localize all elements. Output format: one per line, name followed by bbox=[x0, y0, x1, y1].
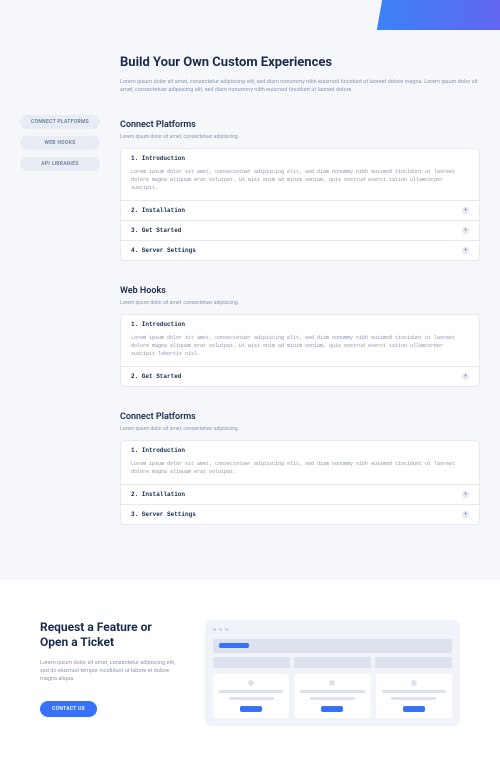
expand-icon: + bbox=[462, 511, 469, 518]
accordion-title: 2. Installation bbox=[131, 491, 185, 498]
page-title: Build Your Own Custom Experiences bbox=[120, 55, 480, 70]
accordion-header[interactable]: 1. Introduction bbox=[121, 315, 479, 334]
accordion-body: Lorem ipsum dolor sit amet, consectetuer… bbox=[121, 168, 479, 200]
accordion-item: 2. Get Started + bbox=[121, 367, 479, 386]
accordion-body: Lorem ipsum dolor sit amet, consectetuer… bbox=[121, 460, 479, 484]
accordion-title: 3. Get Started bbox=[131, 227, 181, 234]
accordion: 1. Introduction Lorem ipsum dolor sit ame… bbox=[120, 440, 480, 525]
accordion-header[interactable]: 4. Server Settings + bbox=[121, 241, 479, 260]
accordion-item: 2. Installation + bbox=[121, 201, 479, 221]
main-content: Build Your Own Custom Experiences Lorem … bbox=[120, 55, 480, 550]
expand-icon: + bbox=[462, 491, 469, 498]
cta-section: Request a Feature or Open a Ticket Lorem… bbox=[0, 580, 500, 766]
accordion-item: 2. Installation + bbox=[121, 485, 479, 505]
accordion-title: 2. Installation bbox=[131, 207, 185, 214]
cta-body: Lorem ipsum dolor sit amet, consectetur … bbox=[40, 659, 180, 684]
accordion-header[interactable]: 1. Introduction bbox=[121, 441, 479, 460]
accordion-header[interactable]: 2. Get Started + bbox=[121, 367, 479, 386]
section-title: Web Hooks bbox=[120, 286, 480, 296]
accordion-item: 1. Introduction Lorem ipsum dolor sit ame… bbox=[121, 441, 479, 485]
accordion-item: 1. Introduction Lorem ipsum dolor sit ame… bbox=[121, 149, 479, 201]
accordion-item: 3. Get Started + bbox=[121, 221, 479, 241]
accordion-header[interactable]: 3. Server Settings + bbox=[121, 505, 479, 524]
accordion-header[interactable]: 3. Get Started + bbox=[121, 221, 479, 240]
page-lead: Lorem ipsum dolor sit amet, consectetur … bbox=[120, 78, 480, 95]
accordion-title: 1. Introduction bbox=[131, 321, 185, 328]
accordion-item: 1. Introduction Lorem ipsum dolor sit ame… bbox=[121, 315, 479, 367]
expand-icon: + bbox=[462, 373, 469, 380]
nav-api-libraries[interactable]: API LIBRARIES bbox=[20, 157, 100, 171]
accordion-header[interactable]: 1. Introduction bbox=[121, 149, 479, 168]
mockup-image bbox=[205, 620, 460, 726]
expand-icon: + bbox=[462, 207, 469, 214]
accordion: 1. Introduction Lorem ipsum dolor sit ame… bbox=[120, 148, 480, 261]
accordion-title: 3. Server Settings bbox=[131, 511, 196, 518]
expand-icon: + bbox=[462, 227, 469, 234]
cta-title: Request a Feature or Open a Ticket bbox=[40, 620, 180, 651]
accordion-title: 1. Introduction bbox=[131, 447, 185, 454]
accordion-item: 4. Server Settings + bbox=[121, 241, 479, 260]
accordion: 1. Introduction Lorem ipsum dolor sit ame… bbox=[120, 314, 480, 387]
section-subtitle: Lorem ipsum dolor sit amet, consectetuer… bbox=[120, 426, 480, 432]
section-title: Connect Platforms bbox=[120, 412, 480, 422]
accordion-title: 1. Introduction bbox=[131, 155, 185, 162]
expand-icon: + bbox=[462, 247, 469, 254]
section-title: Connect Platforms bbox=[120, 120, 480, 130]
section-subtitle: Lorem ipsum dolor sit amet, consectetuer… bbox=[120, 300, 480, 306]
accordion-item: 3. Server Settings + bbox=[121, 505, 479, 524]
accordion-header[interactable]: 2. Installation + bbox=[121, 201, 479, 220]
nav-connect-platforms[interactable]: CONNECT PLATFORMS bbox=[20, 115, 100, 129]
accordion-title: 2. Get Started bbox=[131, 373, 181, 380]
accordion-header[interactable]: 2. Installation + bbox=[121, 485, 479, 504]
accordion-title: 4. Server Settings bbox=[131, 247, 196, 254]
sidebar-nav: CONNECT PLATFORMS WEB HOOKS API LIBRARIE… bbox=[20, 55, 100, 550]
nav-web-hooks[interactable]: WEB HOOKS bbox=[20, 136, 100, 150]
section-subtitle: Lorem ipsum dolor sit amet, consectetuer… bbox=[120, 134, 480, 140]
accordion-body: Lorem ipsum dolor sit amet, consectetuer… bbox=[121, 334, 479, 366]
contact-button[interactable]: CONTACT US bbox=[40, 701, 97, 717]
